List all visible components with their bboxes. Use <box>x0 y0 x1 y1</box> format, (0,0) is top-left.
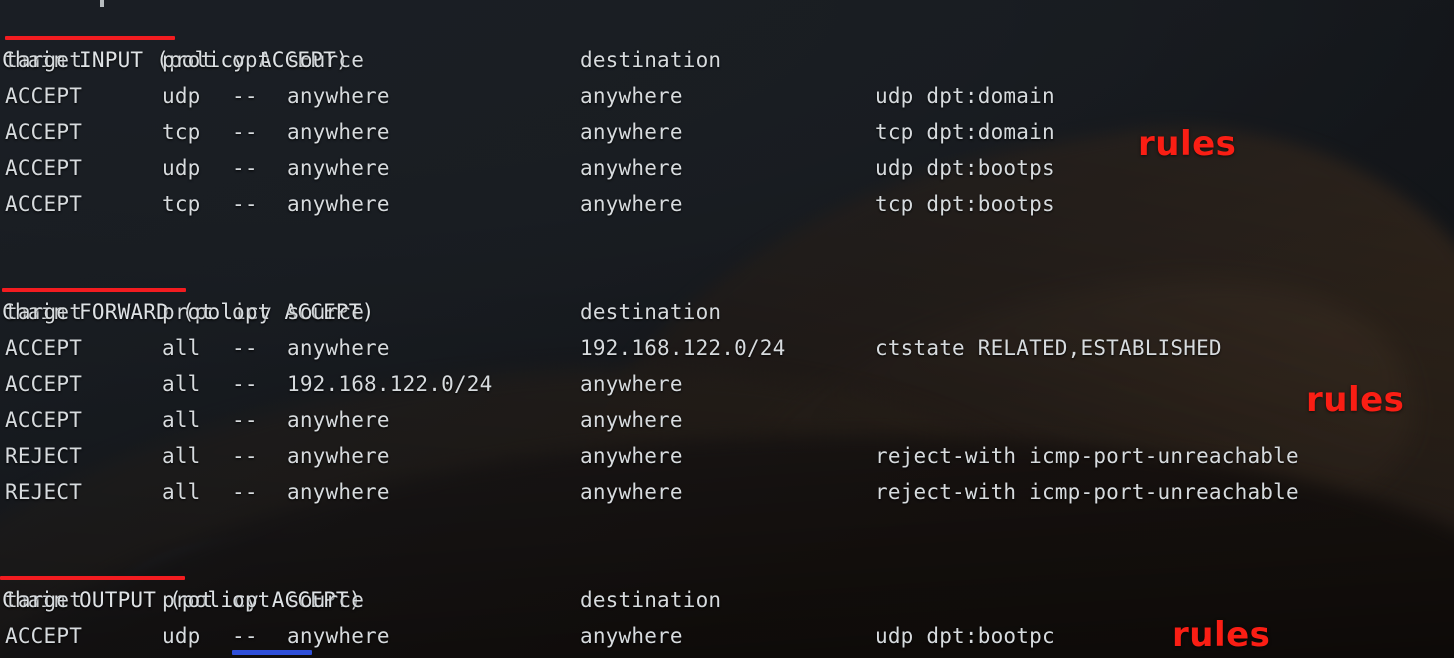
rule-opt: -- <box>232 624 258 648</box>
terminal-screenshot: Chain INPUT (policy ACCEPT) target prot … <box>0 0 1454 658</box>
col-header-source: source <box>287 588 365 612</box>
rule-target: ACCEPT <box>5 156 83 180</box>
rule-target: REJECT <box>5 444 83 468</box>
rule-prot: udp <box>162 624 201 648</box>
rule-prot: tcp <box>162 192 201 216</box>
rule-prot: all <box>162 444 201 468</box>
rule-source: anywhere <box>287 408 390 432</box>
rule-target: ACCEPT <box>5 624 83 648</box>
rule-destination: anywhere <box>580 372 683 396</box>
col-header-source: source <box>287 300 365 324</box>
col-header-target: target <box>5 300 83 324</box>
rule-opt: -- <box>232 84 258 108</box>
chain-header-forward-line: Chain FORWARD (policy ACCEPT) <box>0 258 1454 324</box>
rule-extra: udp dpt:bootps <box>875 156 1055 180</box>
col-header-prot: prot <box>162 588 214 612</box>
rule-opt: -- <box>232 336 258 360</box>
col-header-destination: destination <box>580 300 722 324</box>
column-header-row-input: target prot opt source destination <box>0 42 1454 78</box>
table-row: ACCEPT all -- anywhere anywhere <box>0 402 1454 438</box>
rule-destination: anywhere <box>580 408 683 432</box>
table-row: ACCEPT all -- 192.168.122.0/24 anywhere <box>0 366 1454 402</box>
col-header-prot: prot <box>162 48 214 72</box>
rule-target: ACCEPT <box>5 336 83 360</box>
annotation-rules-output: rules <box>1172 615 1271 655</box>
rule-target: ACCEPT <box>5 372 83 396</box>
rule-source: anywhere <box>287 480 390 504</box>
rule-prot: all <box>162 480 201 504</box>
col-header-opt: opt <box>232 300 271 324</box>
rule-prot: tcp <box>162 120 201 144</box>
col-header-source: source <box>287 48 365 72</box>
underline-chain-forward <box>2 288 186 292</box>
col-header-opt: opt <box>232 48 271 72</box>
rule-opt: -- <box>232 372 258 396</box>
rule-source: anywhere <box>287 84 390 108</box>
col-header-target: target <box>5 48 83 72</box>
column-header-row-forward: target prot opt source destination <box>0 294 1454 330</box>
annotation-rules-forward: rules <box>1306 380 1405 420</box>
table-row: ACCEPT udp -- anywhere anywhere udp dpt:… <box>0 78 1454 114</box>
rule-target: ACCEPT <box>5 408 83 432</box>
rule-extra: reject-with icmp-port-unreachable <box>875 480 1299 504</box>
underline-chain-input <box>5 36 175 40</box>
rule-destination: anywhere <box>580 120 683 144</box>
rule-destination: anywhere <box>580 192 683 216</box>
rule-extra: ctstate RELATED,ESTABLISHED <box>875 336 1222 360</box>
rule-destination: anywhere <box>580 156 683 180</box>
col-header-destination: destination <box>580 588 722 612</box>
col-header-target: target <box>5 588 83 612</box>
col-header-opt: opt <box>232 588 271 612</box>
rule-source: anywhere <box>287 192 390 216</box>
table-row: ACCEPT tcp -- anywhere anywhere tcp dpt:… <box>0 186 1454 222</box>
rule-source: anywhere <box>287 444 390 468</box>
rule-prot: udp <box>162 156 201 180</box>
rule-source: anywhere <box>287 156 390 180</box>
underline-chain-output <box>0 576 185 580</box>
rule-prot: all <box>162 336 201 360</box>
chain-header-input-line: Chain INPUT (policy ACCEPT) <box>0 6 1454 72</box>
rule-target: ACCEPT <box>5 192 83 216</box>
rule-prot: udp <box>162 84 201 108</box>
rule-opt: -- <box>232 480 258 504</box>
rule-opt: -- <box>232 156 258 180</box>
table-row: REJECT all -- anywhere anywhere reject-w… <box>0 474 1454 510</box>
chain-header-output-line: Chain OUTPUT (policy ACCEPT) <box>0 546 1454 612</box>
rule-destination: anywhere <box>580 444 683 468</box>
underline-opt-column <box>232 650 312 655</box>
col-header-destination: destination <box>580 48 722 72</box>
rule-extra: reject-with icmp-port-unreachable <box>875 444 1299 468</box>
rule-target: ACCEPT <box>5 84 83 108</box>
rule-source: anywhere <box>287 336 390 360</box>
rule-target: REJECT <box>5 480 83 504</box>
annotation-rules-input: rules <box>1138 124 1237 164</box>
rule-extra: udp dpt:bootpc <box>875 624 1055 648</box>
rule-opt: -- <box>232 444 258 468</box>
col-header-prot: prot <box>162 300 214 324</box>
rule-opt: -- <box>232 408 258 432</box>
rule-destination: anywhere <box>580 624 683 648</box>
rule-source: anywhere <box>287 120 390 144</box>
rule-extra: tcp dpt:domain <box>875 120 1055 144</box>
rule-destination: anywhere <box>580 84 683 108</box>
rule-opt: -- <box>232 192 258 216</box>
rule-opt: -- <box>232 120 258 144</box>
rule-prot: all <box>162 372 201 396</box>
rule-extra: tcp dpt:bootps <box>875 192 1055 216</box>
rule-target: ACCEPT <box>5 120 83 144</box>
rule-destination: 192.168.122.0/24 <box>580 336 786 360</box>
column-header-row-output: target prot opt source destination <box>0 582 1454 618</box>
iptables-output: Chain INPUT (policy ACCEPT) target prot … <box>0 0 1454 658</box>
table-row: ACCEPT all -- anywhere 192.168.122.0/24 … <box>0 330 1454 366</box>
table-row: REJECT all -- anywhere anywhere reject-w… <box>0 438 1454 474</box>
rule-extra: udp dpt:domain <box>875 84 1055 108</box>
rule-destination: anywhere <box>580 480 683 504</box>
rule-source: 192.168.122.0/24 <box>287 372 493 396</box>
rule-source: anywhere <box>287 624 390 648</box>
rule-prot: all <box>162 408 201 432</box>
